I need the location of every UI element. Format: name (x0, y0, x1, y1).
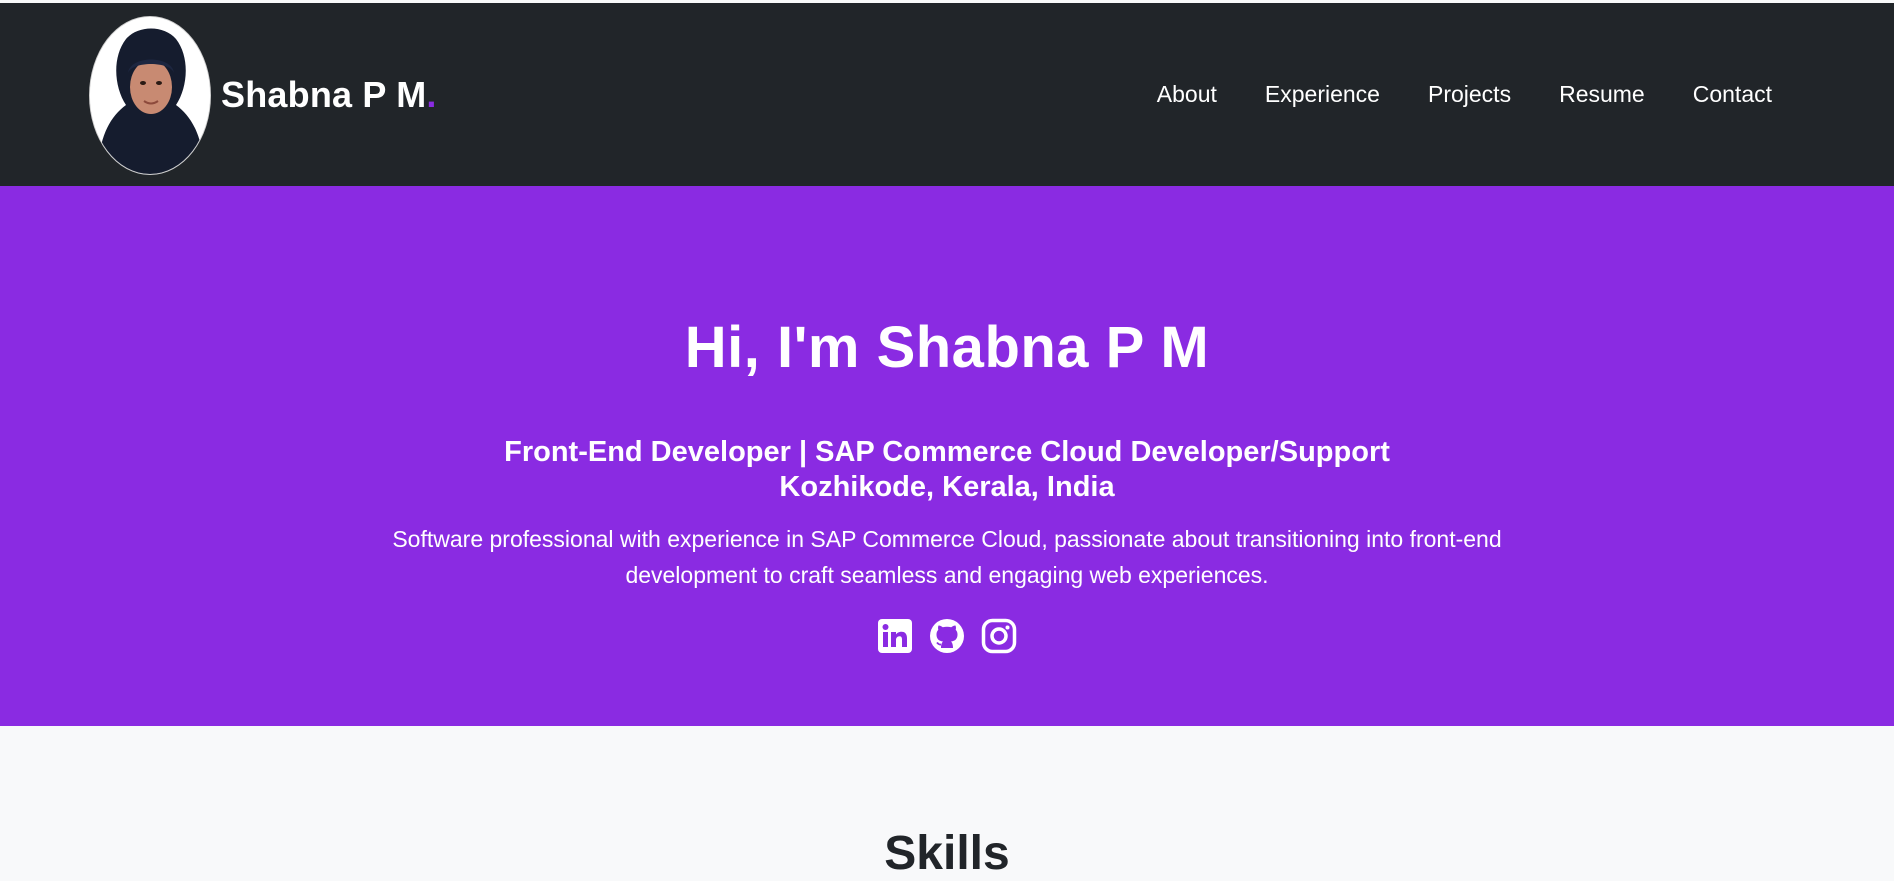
nav-item-projects: Projects (1428, 81, 1511, 108)
nav-item-about: About (1157, 81, 1217, 108)
nav-item-experience: Experience (1265, 81, 1380, 108)
skills-title: Skills (884, 827, 1010, 880)
nav-link-resume[interactable]: Resume (1559, 81, 1645, 107)
nav-link-contact[interactable]: Contact (1693, 81, 1772, 107)
hero-role: Front-End Developer | SAP Commerce Cloud… (504, 436, 1390, 468)
nav-link-experience[interactable]: Experience (1265, 81, 1380, 107)
hero-section: Hi, I'm Shabna P M Front-End Developer |… (0, 186, 1894, 726)
brand-name-text: Shabna P M (221, 74, 427, 115)
hero-location: Kozhikode, Kerala, India (779, 471, 1115, 503)
brand-link[interactable]: Shabna P M. (89, 14, 437, 176)
hero-title: Hi, I'm Shabna P M (684, 315, 1210, 380)
social-links (0, 618, 1894, 654)
brand-dot: . (426, 74, 437, 115)
top-navbar: Shabna P M. About Experience Projects Re… (0, 3, 1894, 186)
brand-name: Shabna P M. (221, 74, 437, 116)
nav-menu: About Experience Projects Resume Contact (1109, 81, 1772, 108)
linkedin-link[interactable] (877, 618, 913, 654)
instagram-link[interactable] (981, 618, 1017, 654)
nav-item-resume: Resume (1559, 81, 1645, 108)
nav-link-about[interactable]: About (1157, 81, 1217, 107)
github-icon (930, 619, 964, 653)
instagram-icon (981, 618, 1017, 654)
skills-section: Skills (0, 726, 1894, 880)
github-link[interactable] (929, 618, 965, 654)
profile-avatar (89, 15, 211, 175)
nav-link-projects[interactable]: Projects (1428, 81, 1511, 107)
hero-description: Software professional with experience in… (392, 526, 1502, 588)
linkedin-icon (878, 619, 912, 653)
nav-item-contact: Contact (1693, 81, 1772, 108)
